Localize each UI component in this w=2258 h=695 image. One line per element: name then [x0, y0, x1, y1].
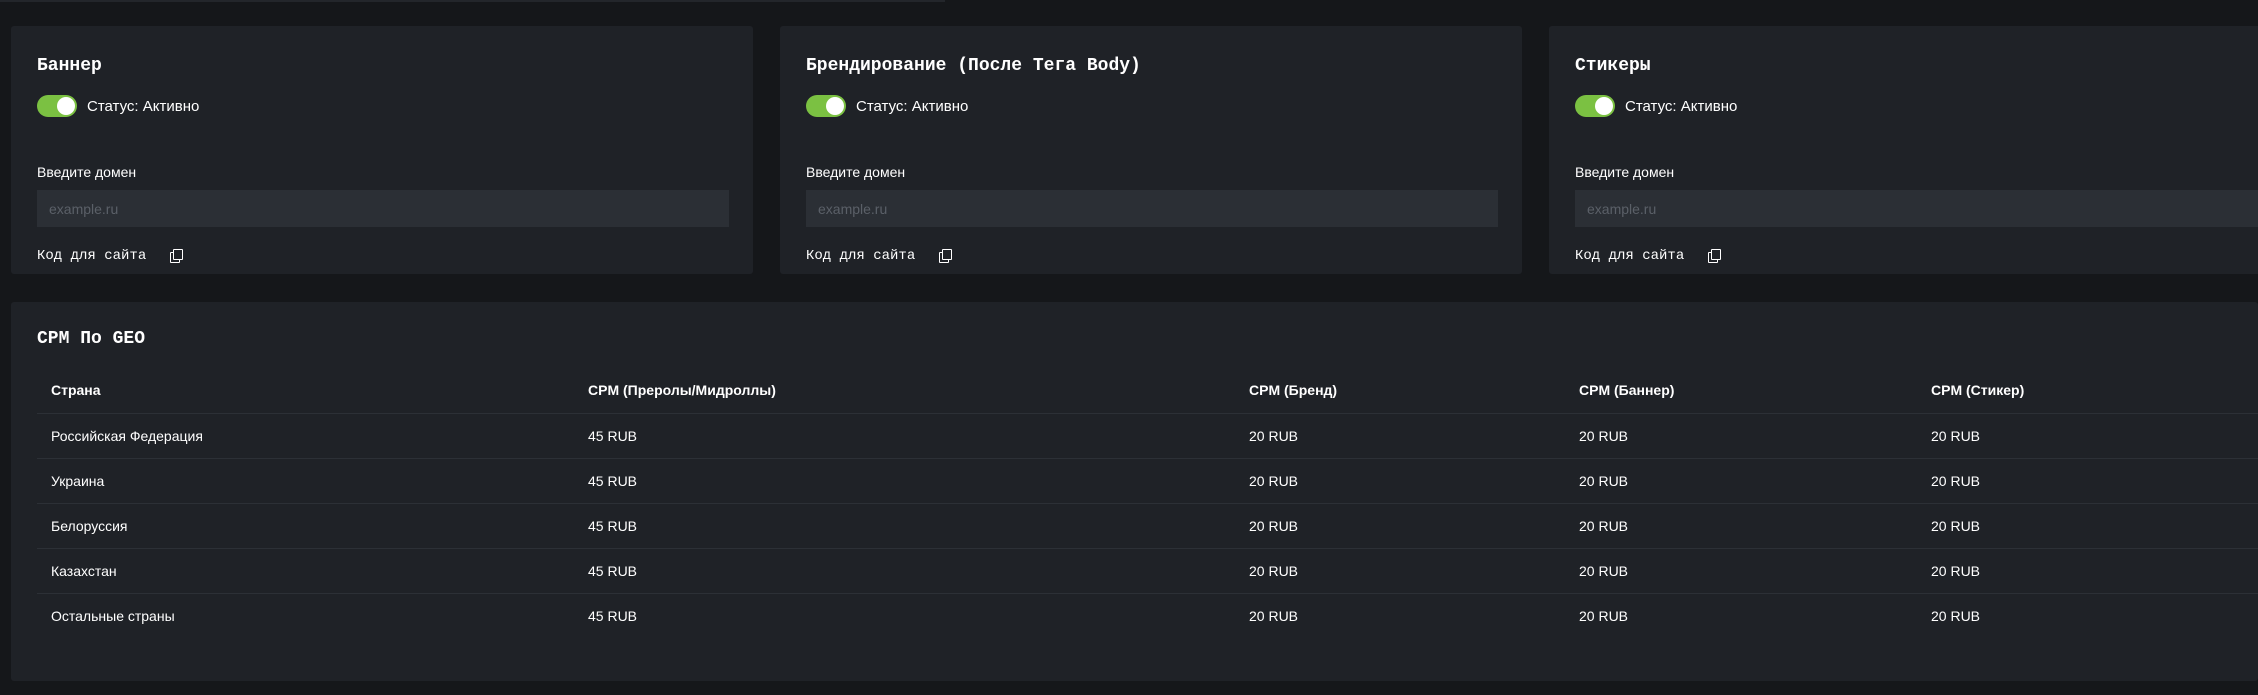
- header-cpm-banner: CPM (Баннер): [1565, 368, 1917, 414]
- cell-cpm-banner: 20 RUB: [1565, 458, 1917, 504]
- header-cpm-preroll: CPM (Преролы/Мидроллы): [574, 368, 1235, 414]
- cell-cpm-banner: 20 RUB: [1565, 548, 1917, 594]
- table-row: Остальные страны 45 RUB 20 RUB 20 RUB 20…: [37, 593, 2258, 638]
- status-row: Статус: Активно: [37, 95, 199, 117]
- status-row: Статус: Активно: [1575, 95, 1737, 117]
- domain-input[interactable]: [1575, 190, 2258, 227]
- cell-cpm-preroll: 45 RUB: [574, 413, 1235, 459]
- top-divider: [0, 0, 945, 2]
- cpm-geo-panel: CPM По GEO Страна CPM (Преролы/Мидроллы)…: [11, 302, 2258, 681]
- cell-cpm-brand: 20 RUB: [1235, 548, 1565, 594]
- cell-cpm-sticker: 20 RUB: [1917, 413, 2258, 459]
- card-title: Брендирование (После Тега Body): [806, 56, 1141, 76]
- code-row: Код для сайта: [806, 248, 953, 264]
- copy-icon[interactable]: [1708, 249, 1722, 263]
- code-label: Код для сайта: [1575, 248, 1685, 264]
- code-row: Код для сайта: [1575, 248, 1722, 264]
- table-row: Белоруссия 45 RUB 20 RUB 20 RUB 20 RUB: [37, 503, 2258, 549]
- code-label: Код для сайта: [37, 248, 147, 264]
- code-label: Код для сайта: [806, 248, 916, 264]
- cell-cpm-brand: 20 RUB: [1235, 458, 1565, 504]
- copy-icon[interactable]: [170, 249, 184, 263]
- cpm-table: Страна CPM (Преролы/Мидроллы) CPM (Бренд…: [37, 368, 2258, 638]
- card-branding: Брендирование (После Тега Body) Статус: …: [780, 26, 1522, 274]
- cell-country: Белоруссия: [37, 503, 574, 549]
- table-header-row: Страна CPM (Преролы/Мидроллы) CPM (Бренд…: [37, 368, 2258, 414]
- cell-country: Казахстан: [37, 548, 574, 594]
- header-country: Страна: [37, 368, 574, 414]
- table-row: Казахстан 45 RUB 20 RUB 20 RUB 20 RUB: [37, 548, 2258, 594]
- toggle-knob: [57, 97, 75, 115]
- domain-input[interactable]: [37, 190, 729, 227]
- domain-label: Введите домен: [1575, 164, 1675, 180]
- cell-cpm-brand: 20 RUB: [1235, 413, 1565, 459]
- status-toggle[interactable]: [37, 95, 77, 117]
- cell-cpm-banner: 20 RUB: [1565, 503, 1917, 549]
- toggle-knob: [1595, 97, 1613, 115]
- domain-input[interactable]: [806, 190, 1498, 227]
- domain-label: Введите домен: [806, 164, 906, 180]
- status-text: Статус: Активно: [856, 97, 969, 115]
- card-banner: Баннер Статус: Активно Введите домен Код…: [11, 26, 753, 274]
- domain-label: Введите домен: [37, 164, 137, 180]
- header-cpm-brand: CPM (Бренд): [1235, 368, 1565, 414]
- code-row: Код для сайта: [37, 248, 184, 264]
- cell-cpm-sticker: 20 RUB: [1917, 548, 2258, 594]
- table-row: Украина 45 RUB 20 RUB 20 RUB 20 RUB: [37, 458, 2258, 504]
- cell-country: Российская Федерация: [37, 413, 574, 459]
- cell-country: Остальные страны: [51, 607, 175, 624]
- card-stickers: Стикеры Статус: Активно Введите домен Ко…: [1549, 26, 2258, 274]
- header-cpm-sticker: CPM (Стикер): [1917, 368, 2258, 414]
- cell-country: Украина: [37, 458, 574, 504]
- cell-cpm-sticker: 20 RUB: [1931, 607, 1981, 624]
- cell-cpm-preroll: 45 RUB: [588, 607, 638, 624]
- cell-cpm-brand: 20 RUB: [1235, 503, 1565, 549]
- cell-cpm-preroll: 45 RUB: [574, 503, 1235, 549]
- cell-cpm-banner: 20 RUB: [1565, 413, 1917, 459]
- status-toggle[interactable]: [806, 95, 846, 117]
- cell-cpm-sticker: 20 RUB: [1917, 458, 2258, 504]
- card-title: Баннер: [37, 56, 102, 76]
- cell-cpm-brand: 20 RUB: [1249, 607, 1299, 624]
- cell-cpm-preroll: 45 RUB: [574, 548, 1235, 594]
- copy-icon[interactable]: [939, 249, 953, 263]
- status-row: Статус: Активно: [806, 95, 968, 117]
- cell-cpm-banner: 20 RUB: [1579, 607, 1629, 624]
- cell-cpm-preroll: 45 RUB: [574, 458, 1235, 504]
- status-text: Статус: Активно: [87, 97, 200, 115]
- status-text: Статус: Активно: [1625, 97, 1738, 115]
- table-row: Российская Федерация 45 RUB 20 RUB 20 RU…: [37, 413, 2258, 459]
- toggle-knob: [826, 97, 844, 115]
- card-title: Стикеры: [1575, 56, 1651, 76]
- table-title: CPM По GEO: [37, 329, 146, 349]
- cell-cpm-sticker: 20 RUB: [1917, 503, 2258, 549]
- status-toggle[interactable]: [1575, 95, 1615, 117]
